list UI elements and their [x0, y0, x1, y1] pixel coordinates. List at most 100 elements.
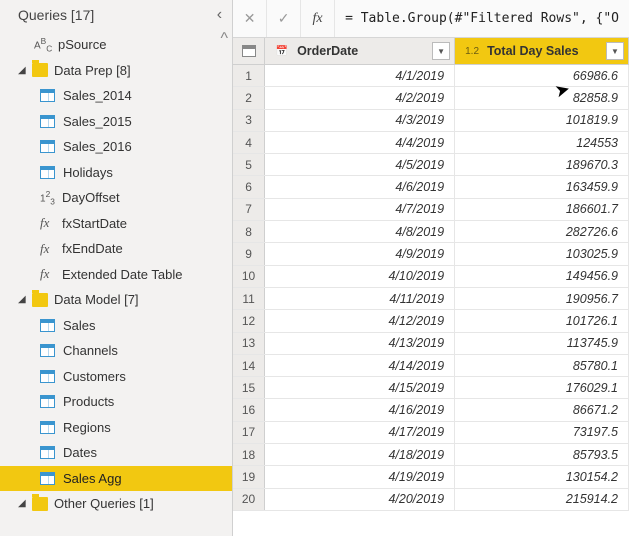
formula-input[interactable]: = Table.Group(#"Filtered Rows", {"O: [335, 0, 629, 37]
cell-total-day-sales[interactable]: 85780.1: [455, 355, 629, 376]
cell-total-day-sales[interactable]: 163459.9: [455, 176, 629, 197]
table-row[interactable]: 134/13/2019113745.9: [233, 333, 629, 355]
query-item[interactable]: Holidays: [0, 160, 232, 186]
row-number[interactable]: 20: [233, 489, 265, 510]
cell-total-day-sales[interactable]: 66986.6: [455, 65, 629, 86]
table-row[interactable]: 164/16/201986671.2: [233, 399, 629, 421]
table-row[interactable]: 204/20/2019215914.2: [233, 489, 629, 511]
cell-total-day-sales[interactable]: 101726.1: [455, 310, 629, 331]
row-number[interactable]: 11: [233, 288, 265, 309]
cell-orderdate[interactable]: 4/15/2019: [265, 377, 455, 398]
cell-total-day-sales[interactable]: 103025.9: [455, 243, 629, 264]
row-number[interactable]: 19: [233, 466, 265, 487]
table-row[interactable]: 184/18/201985793.5: [233, 444, 629, 466]
cell-orderdate[interactable]: 4/18/2019: [265, 444, 455, 465]
cell-total-day-sales[interactable]: 85793.5: [455, 444, 629, 465]
query-item[interactable]: Channels: [0, 338, 232, 364]
row-number[interactable]: 8: [233, 221, 265, 242]
cell-total-day-sales[interactable]: 189670.3: [455, 154, 629, 175]
table-row[interactable]: 24/2/201982858.9: [233, 87, 629, 109]
tree-group[interactable]: ◢Data Prep [8]: [0, 58, 232, 84]
cell-orderdate[interactable]: 4/10/2019: [265, 266, 455, 287]
row-number[interactable]: 13: [233, 333, 265, 354]
row-number[interactable]: 17: [233, 422, 265, 443]
query-item[interactable]: fxfxStartDate: [0, 211, 232, 237]
cell-orderdate[interactable]: 4/19/2019: [265, 466, 455, 487]
row-number[interactable]: 2: [233, 87, 265, 108]
cell-orderdate[interactable]: 4/5/2019: [265, 154, 455, 175]
cell-total-day-sales[interactable]: 176029.1: [455, 377, 629, 398]
column-filter-dropdown[interactable]: ▼: [432, 42, 450, 60]
table-row[interactable]: 34/3/2019101819.9: [233, 110, 629, 132]
row-number[interactable]: 15: [233, 377, 265, 398]
tree-group[interactable]: ◢Data Model [7]: [0, 287, 232, 313]
table-row[interactable]: 124/12/2019101726.1: [233, 310, 629, 332]
cell-total-day-sales[interactable]: 282726.6: [455, 221, 629, 242]
row-number[interactable]: 3: [233, 110, 265, 131]
table-row[interactable]: 84/8/2019282726.6: [233, 221, 629, 243]
cell-total-day-sales[interactable]: 215914.2: [455, 489, 629, 510]
row-number[interactable]: 12: [233, 310, 265, 331]
row-number[interactable]: 16: [233, 399, 265, 420]
query-item[interactable]: fxExtended Date Table: [0, 262, 232, 288]
query-item[interactable]: Regions: [0, 415, 232, 441]
cell-orderdate[interactable]: 4/14/2019: [265, 355, 455, 376]
cell-orderdate[interactable]: 4/16/2019: [265, 399, 455, 420]
cell-total-day-sales[interactable]: 82858.9: [455, 87, 629, 108]
select-all-corner[interactable]: [233, 38, 265, 64]
query-item[interactable]: Customers: [0, 364, 232, 390]
table-row[interactable]: 114/11/2019190956.7: [233, 288, 629, 310]
cell-orderdate[interactable]: 4/4/2019: [265, 132, 455, 153]
cell-total-day-sales[interactable]: 130154.2: [455, 466, 629, 487]
row-number[interactable]: 7: [233, 199, 265, 220]
table-row[interactable]: 64/6/2019163459.9: [233, 176, 629, 198]
cell-total-day-sales[interactable]: 73197.5: [455, 422, 629, 443]
cell-orderdate[interactable]: 4/11/2019: [265, 288, 455, 309]
cell-orderdate[interactable]: 4/2/2019: [265, 87, 455, 108]
cell-orderdate[interactable]: 4/9/2019: [265, 243, 455, 264]
cell-total-day-sales[interactable]: 101819.9: [455, 110, 629, 131]
query-item[interactable]: fxfxEndDate: [0, 236, 232, 262]
cell-orderdate[interactable]: 4/12/2019: [265, 310, 455, 331]
column-header-total-day-sales[interactable]: 1.2 Total Day Sales ▼: [455, 38, 629, 64]
cell-orderdate[interactable]: 4/17/2019: [265, 422, 455, 443]
cell-total-day-sales[interactable]: 124553: [455, 132, 629, 153]
query-item[interactable]: Sales_2015: [0, 109, 232, 135]
table-row[interactable]: 174/17/201973197.5: [233, 422, 629, 444]
cell-orderdate[interactable]: 4/7/2019: [265, 199, 455, 220]
cell-total-day-sales[interactable]: 149456.9: [455, 266, 629, 287]
row-number[interactable]: 5: [233, 154, 265, 175]
commit-formula-icon[interactable]: ✓: [267, 0, 301, 37]
column-filter-dropdown[interactable]: ▼: [606, 42, 624, 60]
cell-orderdate[interactable]: 4/3/2019: [265, 110, 455, 131]
table-row[interactable]: 104/10/2019149456.9: [233, 266, 629, 288]
query-psource[interactable]: ABC pSource: [0, 32, 232, 58]
query-item[interactable]: Sales_2016: [0, 134, 232, 160]
cell-orderdate[interactable]: 4/20/2019: [265, 489, 455, 510]
query-item[interactable]: 123DayOffset: [0, 185, 232, 211]
row-number[interactable]: 9: [233, 243, 265, 264]
cell-total-day-sales[interactable]: 86671.2: [455, 399, 629, 420]
row-number[interactable]: 6: [233, 176, 265, 197]
query-item[interactable]: Sales: [0, 313, 232, 339]
query-item[interactable]: Sales Agg: [0, 466, 232, 492]
table-row[interactable]: 154/15/2019176029.1: [233, 377, 629, 399]
query-item[interactable]: Dates: [0, 440, 232, 466]
cell-orderdate[interactable]: 4/6/2019: [265, 176, 455, 197]
row-number[interactable]: 10: [233, 266, 265, 287]
cancel-formula-icon[interactable]: ✕: [233, 0, 267, 37]
cell-orderdate[interactable]: 4/8/2019: [265, 221, 455, 242]
table-row[interactable]: 14/1/201966986.6: [233, 65, 629, 87]
table-row[interactable]: 194/19/2019130154.2: [233, 466, 629, 488]
cell-total-day-sales[interactable]: 186601.7: [455, 199, 629, 220]
table-row[interactable]: 44/4/2019124553: [233, 132, 629, 154]
cell-orderdate[interactable]: 4/13/2019: [265, 333, 455, 354]
cell-orderdate[interactable]: 4/1/2019: [265, 65, 455, 86]
row-number[interactable]: 4: [233, 132, 265, 153]
table-row[interactable]: 144/14/201985780.1: [233, 355, 629, 377]
tree-group[interactable]: ◢Other Queries [1]: [0, 491, 232, 517]
column-header-orderdate[interactable]: 📅 OrderDate ▼: [265, 38, 455, 64]
query-item[interactable]: Sales_2014: [0, 83, 232, 109]
row-number[interactable]: 14: [233, 355, 265, 376]
row-number[interactable]: 18: [233, 444, 265, 465]
